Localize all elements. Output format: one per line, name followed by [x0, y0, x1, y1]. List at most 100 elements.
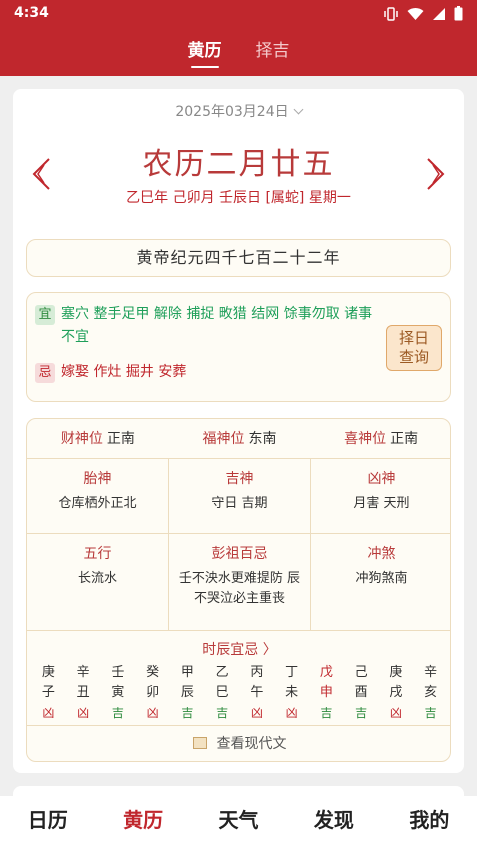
info-cell-wuxing: 五行 长流水	[27, 534, 169, 630]
wifi-icon	[407, 7, 424, 20]
battery-icon	[454, 6, 463, 21]
shichen-item: 辛丑凶	[66, 663, 101, 723]
info-cell-pengzu: 彭祖百忌壬不泱水更难提防 辰不哭泣必主重丧	[169, 534, 311, 630]
shichen-luck: 凶	[77, 706, 90, 720]
shichen-list: 庚子凶辛丑凶壬寅吉癸卯凶甲辰吉乙巳吉丙午凶丁未凶戊申吉己酉吉庚戌凶辛亥吉	[31, 663, 448, 723]
cell-value: 长流水	[77, 571, 117, 586]
god-value: 东南	[248, 431, 277, 447]
info-table: 财神位 正南 福神位 东南 喜神位 正南 胎神仓库栖外正北 吉神守日 吉期 凶神 月害 …	[26, 418, 451, 762]
shichen-item: 丁未凶	[274, 663, 309, 723]
shichen-luck: 吉	[355, 706, 368, 720]
shichen-gan: 辛	[76, 665, 90, 680]
shichen-gan: 己	[354, 665, 368, 680]
view-modern-text-button[interactable]: 查看现代文	[27, 725, 450, 761]
cell-title: 吉神	[225, 471, 254, 487]
info-cell-jishen: 吉神 守日 吉期	[169, 459, 311, 533]
shichen-item: 乙巳吉	[205, 663, 240, 723]
shichen-item: 庚子凶	[31, 663, 66, 723]
info-cell-xiongshen: 凶神 月害 天刑	[311, 459, 450, 533]
shichen-luck: 吉	[111, 706, 124, 720]
god-label: 喜神位	[344, 431, 387, 447]
shichen-item: 己酉吉	[344, 663, 379, 723]
app-header: 4:34 黄历 择吉	[0, 0, 477, 76]
shichen-gan: 丁	[285, 665, 299, 680]
shichen-luck: 凶	[250, 706, 263, 720]
yi-text: 塞穴 整手足甲 解除 捕捉 畋猎 结网 馀事勿取 诸事不宜	[61, 306, 373, 345]
shichen-gan: 癸	[146, 665, 160, 680]
shichen-gan: 庚	[389, 665, 403, 680]
next-day-arrow-icon[interactable]	[426, 157, 446, 191]
nav-huangli[interactable]: 黄历	[95, 796, 190, 848]
shichen-zhi: 辰	[180, 685, 194, 700]
info-grid-row: 胎神仓库栖外正北 吉神守日 吉期 凶神 月害 天刑	[27, 459, 450, 534]
nav-calendar[interactable]: 日历	[0, 796, 95, 848]
lunar-date: 农历二月廿五	[142, 147, 335, 182]
ji-row: 忌 嫁娶 作灶 掘井 安葬	[35, 361, 375, 384]
date-selector[interactable]: 2025年03月24日	[13, 101, 464, 121]
shichen-luck: 吉	[320, 706, 333, 720]
top-tabs: 黄历 择吉	[0, 38, 477, 76]
cell-title: 胎神	[83, 471, 112, 487]
shichen-item: 癸卯凶	[135, 663, 170, 723]
shichen-luck: 凶	[42, 706, 55, 720]
shichen-gan: 壬	[111, 665, 125, 680]
zeri-query-button[interactable]: 择日 查询	[386, 325, 442, 371]
nav-mine[interactable]: 我的	[382, 796, 477, 848]
shichen-zhi: 巳	[215, 685, 229, 700]
emperor-year: 黄帝纪元四千七百二十二年	[26, 239, 451, 277]
shichen-gan: 乙	[215, 665, 229, 680]
cell-value: 冲狗煞南	[355, 571, 408, 586]
shichen-zhi: 寅	[111, 685, 125, 700]
cell-title: 彭祖百忌	[211, 546, 268, 562]
almanac-card: 2025年03月24日 农历二月廿五 乙巳年 己卯月 壬辰日 [属蛇] 星期一 …	[13, 89, 464, 773]
cell-title: 冲煞	[367, 546, 396, 562]
shichen-luck: 吉	[181, 706, 194, 720]
shichen-luck: 凶	[146, 706, 159, 720]
shichen-luck: 凶	[389, 706, 402, 720]
god-cell: 财神位 正南	[27, 419, 169, 458]
shichen-gan: 戊	[319, 665, 333, 680]
yi-row: 宜 塞穴 整手足甲 解除 捕捉 畋猎 结网 馀事勿取 诸事不宜	[35, 303, 375, 349]
ganzhi-line: 乙巳年 己卯月 壬辰日 [属蛇] 星期一	[126, 190, 351, 206]
shichen-zhi: 午	[250, 685, 264, 700]
shichen-luck: 吉	[424, 706, 437, 720]
shichen-item: 戊申吉	[309, 663, 344, 723]
info-grid-row: 五行 长流水 彭祖百忌壬不泱水更难提防 辰不哭泣必主重丧 冲煞冲狗煞南	[27, 534, 450, 631]
solar-date: 2025年03月24日	[175, 104, 289, 120]
cell-value: 月害 天刑	[353, 496, 410, 511]
tab-zeji[interactable]: 择吉	[256, 38, 290, 72]
nav-discover[interactable]: 发现	[286, 796, 381, 848]
god-label: 财神位	[60, 431, 103, 447]
signal-icon	[433, 7, 445, 20]
shichen-gan: 丙	[250, 665, 264, 680]
shichen-item: 甲辰吉	[170, 663, 205, 723]
cell-value: 仓库栖外正北	[58, 496, 137, 511]
gods-row: 财神位 正南 福神位 东南 喜神位 正南	[27, 419, 450, 459]
shichen-zhi: 丑	[76, 685, 90, 700]
shichen-title-link[interactable]: 时辰宜忌 〉	[27, 639, 450, 659]
shichen-item: 辛亥吉	[413, 663, 448, 723]
ji-badge: 忌	[35, 363, 55, 383]
yi-ji-panel: 宜 塞穴 整手足甲 解除 捕捉 畋猎 结网 馀事勿取 诸事不宜 忌 嫁娶 作灶 …	[26, 292, 451, 402]
yi-badge: 宜	[35, 305, 55, 325]
modern-link-label: 查看现代文	[216, 736, 287, 752]
nav-weather[interactable]: 天气	[191, 796, 286, 848]
chevron-down-icon	[293, 104, 304, 115]
ji-text: 嫁娶 作灶 掘井 安葬	[61, 364, 187, 380]
shichen-zhi: 卯	[146, 685, 160, 700]
vibrate-icon	[384, 6, 398, 21]
shichen-zhi: 戌	[389, 685, 403, 700]
god-cell: 福神位 东南	[169, 419, 311, 458]
cell-value: 壬不泱水更难提防 辰不哭泣必主重丧	[178, 571, 301, 606]
cell-value: 守日 吉期	[211, 496, 268, 511]
shichen-zhi: 酉	[354, 685, 368, 700]
shichen-gan: 庚	[41, 665, 55, 680]
shichen-zhi: 申	[319, 685, 333, 700]
shichen-gan: 辛	[424, 665, 438, 680]
tab-huangli[interactable]: 黄历	[188, 38, 222, 72]
shichen-zhi: 亥	[424, 685, 438, 700]
shichen-item: 壬寅吉	[101, 663, 136, 723]
shichen-item: 丙午凶	[240, 663, 275, 723]
shichen-luck: 凶	[285, 706, 298, 720]
god-label: 福神位	[202, 431, 245, 447]
